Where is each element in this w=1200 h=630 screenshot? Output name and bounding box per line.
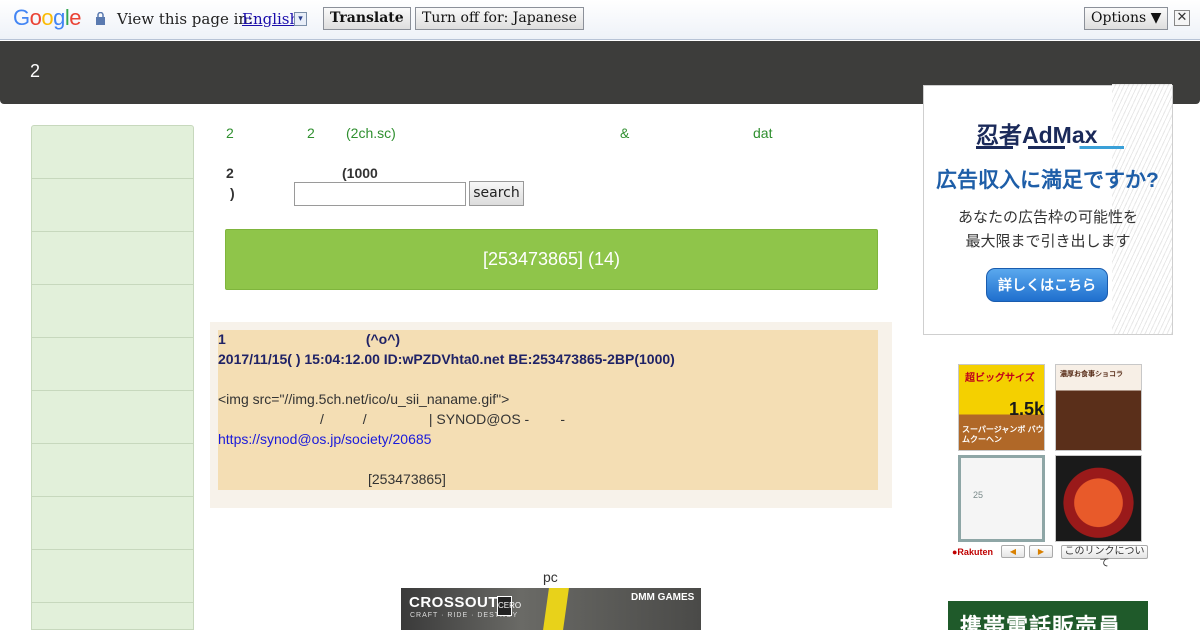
site-title[interactable]: 2 xyxy=(30,61,40,82)
admax-subtext-line: あなたの広告枠の可能性を xyxy=(957,209,1138,226)
breadcrumb-item[interactable]: (2ch.sc) xyxy=(346,125,396,141)
sidebar xyxy=(31,125,194,630)
sidebar-item[interactable] xyxy=(32,179,193,232)
admax-ad[interactable]: 忍者AdMax 広告収入に満足ですか? あなたの広告枠の可能性を 最大限まで引き… xyxy=(923,84,1173,335)
game-ad-banner[interactable]: CROSSOUT CRAFT · RIDE · DESTROY CERO DMM… xyxy=(401,588,701,630)
post-source: / / | SYNOD@OS - - xyxy=(320,411,565,427)
game-ad-brand: CROSSOUT xyxy=(409,594,499,611)
rakuten-product-tile[interactable] xyxy=(1055,455,1142,542)
rakuten-prev-button[interactable]: ◀ xyxy=(1001,545,1025,558)
search-input[interactable] xyxy=(294,182,466,206)
language-dropdown-icon[interactable]: ▾ xyxy=(294,12,307,26)
search-button[interactable]: search xyxy=(469,181,524,206)
admax-logo: 忍者AdMax xyxy=(976,122,1098,148)
sidebar-item[interactable] xyxy=(32,550,193,603)
admax-subtext-line: 最大限まで引き出します xyxy=(965,233,1131,250)
breadcrumb-item[interactable]: 2 xyxy=(226,125,234,141)
sidebar-item[interactable] xyxy=(32,232,193,285)
rakuten-product-tile[interactable]: 25 xyxy=(958,455,1045,542)
rakuten-logo: ●Rakuten xyxy=(952,547,993,557)
post-image-tag: <img src="//img.5ch.net/ico/u_sii_naname… xyxy=(218,391,510,407)
post-name: 1 (^o^) xyxy=(218,331,401,347)
product-text: 超ビッグサイズ xyxy=(965,373,1035,384)
game-ad-publisher: DMM GAMES xyxy=(631,592,695,603)
lock-icon xyxy=(96,12,105,25)
pc-label: pc xyxy=(543,569,558,585)
sidebar-item[interactable] xyxy=(32,126,193,179)
admax-headline: 広告収入に満足ですか? xyxy=(936,169,1159,192)
sidebar-item[interactable] xyxy=(32,603,193,630)
notice-text: 2 xyxy=(226,165,234,181)
sidebar-item[interactable] xyxy=(32,391,193,444)
sidebar-item[interactable] xyxy=(32,444,193,497)
caution-tape xyxy=(543,588,569,630)
view-page-label: View this page in: xyxy=(117,10,254,28)
close-icon[interactable]: ✕ xyxy=(1174,10,1190,26)
notice-text: ) xyxy=(230,185,235,201)
product-text: 1.5kg xyxy=(1009,399,1045,419)
admax-cta-button[interactable]: 詳しくはこちら xyxy=(986,268,1108,302)
rakuten-product-tile[interactable]: 濃厚お食事ショコラ xyxy=(1055,364,1142,451)
options-button[interactable]: Options ▼ xyxy=(1084,7,1169,30)
admax-logo-underline xyxy=(976,146,1124,149)
sidebar-item[interactable] xyxy=(32,338,193,391)
bottom-ad-banner[interactable]: 携帯電話販売員 xyxy=(948,601,1148,630)
language-link[interactable]: English xyxy=(242,10,299,28)
admax-subtext: あなたの広告枠の可能性を 最大限まで引き出します xyxy=(924,206,1172,254)
rakuten-about-link[interactable]: このリンクについて xyxy=(1061,545,1148,569)
product-text: 濃厚お食事ショコラ xyxy=(1060,371,1123,378)
breadcrumb-item[interactable]: dat xyxy=(753,125,772,141)
google-logo: Google xyxy=(13,5,82,30)
sidebar-item[interactable] xyxy=(32,285,193,338)
breadcrumb-item[interactable]: & xyxy=(620,125,629,141)
turn-off-button[interactable]: Turn off for: Japanese xyxy=(415,7,584,30)
product-text: 25 xyxy=(973,490,984,500)
breadcrumb-item[interactable]: 2 xyxy=(307,125,315,141)
notice-text: (1000 xyxy=(342,165,378,181)
rakuten-product-tile[interactable]: 超ビッグサイズ 1.5kg スーパージャンボ バウムクーヘン xyxy=(958,364,1045,451)
rating-badge: CERO xyxy=(497,596,521,616)
bottom-ad-text: 携帯電話販売員 xyxy=(960,614,1122,630)
translate-button[interactable]: Translate xyxy=(323,7,411,30)
sidebar-item[interactable] xyxy=(32,497,193,550)
product-text: スーパージャンボ バウムクーヘン xyxy=(962,425,1044,444)
rakuten-next-button[interactable]: ▶ xyxy=(1029,545,1053,558)
thread-title-banner: [253473865] (14) xyxy=(225,229,878,290)
post-meta: 2017/11/15( ) 15:04:12.00 ID:wPZDVhta0.n… xyxy=(218,351,675,367)
post-footer: [253473865] xyxy=(368,471,446,487)
post-link[interactable]: https://synod@os.jp/society/20685 xyxy=(218,431,431,447)
translate-bar: Google View this page in: English ▾ Tran… xyxy=(0,0,1200,40)
